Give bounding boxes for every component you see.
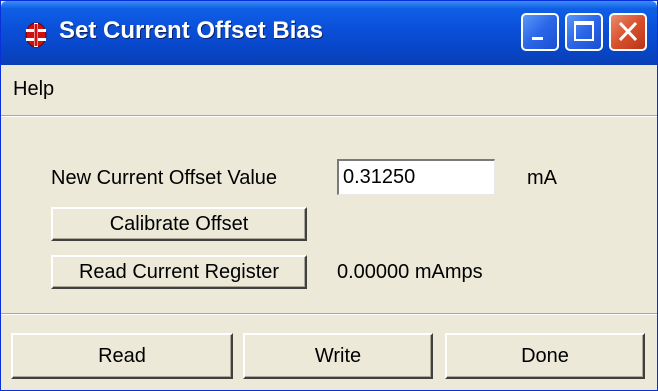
close-button[interactable] [609, 13, 647, 51]
write-button[interactable]: Write [243, 333, 433, 379]
unit-label: mA [527, 167, 557, 189]
maximize-icon [574, 21, 594, 41]
register-value-readout: 0.00000 mAmps [337, 261, 483, 283]
new-value-label: New Current Offset Value [51, 167, 278, 189]
close-icon [618, 21, 638, 42]
dialog-window: Set Current Offset Bias Help New Current… [0, 0, 658, 391]
title-bar[interactable]: Set Current Offset Bias [1, 1, 657, 65]
read-current-register-button[interactable]: Read Current Register [51, 255, 307, 289]
minimize-button[interactable] [521, 13, 559, 51]
calibrate-offset-button[interactable]: Calibrate Offset [51, 207, 307, 241]
maximize-button[interactable] [565, 13, 603, 51]
done-button[interactable]: Done [445, 333, 645, 379]
red-circuit-icon [25, 22, 47, 48]
menu-item-help[interactable]: Help [13, 78, 54, 101]
footer-divider [1, 313, 657, 315]
minimize-icon [532, 37, 543, 40]
read-button[interactable]: Read [11, 333, 233, 379]
window-title: Set Current Offset Bias [59, 17, 324, 44]
menu-divider [1, 115, 657, 117]
offset-value-input[interactable] [337, 159, 495, 195]
menu-bar: Help [1, 65, 657, 115]
